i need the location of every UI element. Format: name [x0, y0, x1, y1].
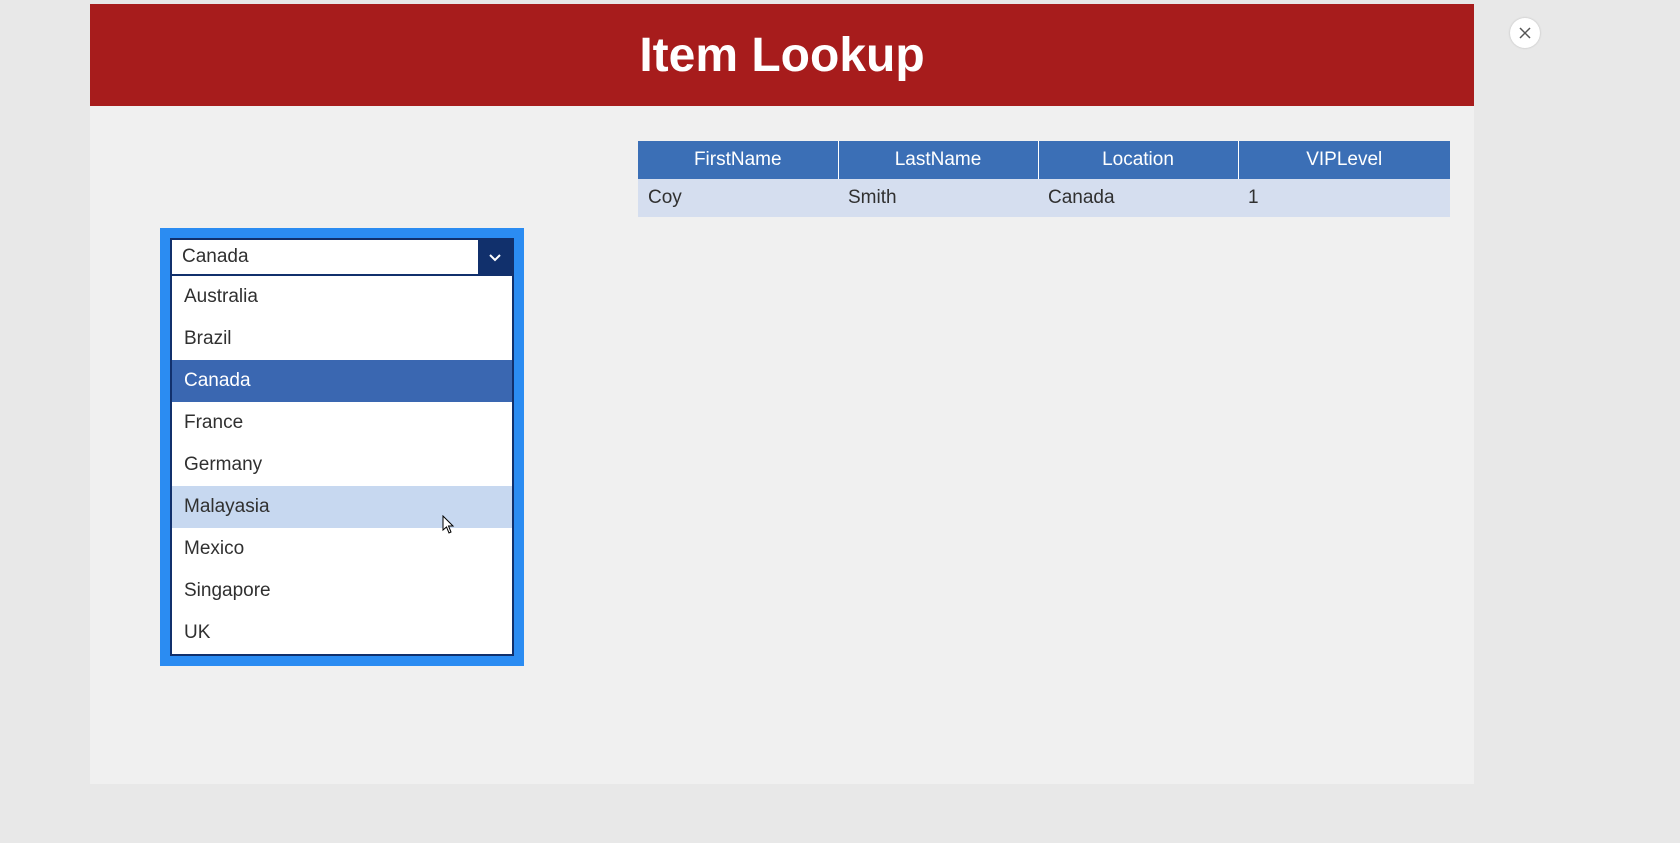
- close-icon: [1518, 26, 1532, 40]
- location-dropdown-container: Canada Australia Brazil Canada France Ge…: [160, 228, 524, 666]
- cell-location: Canada: [1038, 179, 1238, 217]
- close-button[interactable]: [1510, 18, 1540, 48]
- cell-viplevel: 1: [1238, 179, 1450, 217]
- dropdown-option-australia[interactable]: Australia: [172, 276, 512, 318]
- location-dropdown-field[interactable]: Canada: [170, 238, 514, 276]
- app-window: Item Lookup FirstName LastName Location …: [90, 4, 1474, 784]
- location-dropdown: Canada Australia Brazil Canada France Ge…: [170, 238, 514, 656]
- dropdown-option-france[interactable]: France: [172, 402, 512, 444]
- col-viplevel[interactable]: VIPLevel: [1238, 141, 1450, 179]
- col-firstname[interactable]: FirstName: [638, 141, 838, 179]
- dropdown-option-germany[interactable]: Germany: [172, 444, 512, 486]
- results-table: FirstName LastName Location VIPLevel Coy…: [638, 141, 1450, 217]
- chevron-down-icon[interactable]: [478, 240, 512, 274]
- table-header-row: FirstName LastName Location VIPLevel: [638, 141, 1450, 179]
- col-lastname[interactable]: LastName: [838, 141, 1038, 179]
- dropdown-option-brazil[interactable]: Brazil: [172, 318, 512, 360]
- location-dropdown-list[interactable]: Australia Brazil Canada France Germany M…: [170, 276, 514, 656]
- dropdown-option-mexico[interactable]: Mexico: [172, 528, 512, 570]
- dropdown-option-uk[interactable]: UK: [172, 612, 512, 654]
- cell-lastname: Smith: [838, 179, 1038, 217]
- dropdown-option-singapore[interactable]: Singapore: [172, 570, 512, 612]
- table-row[interactable]: Coy Smith Canada 1: [638, 179, 1450, 217]
- dropdown-option-malayasia[interactable]: Malayasia: [172, 486, 512, 528]
- page-title: Item Lookup: [639, 28, 924, 83]
- cell-firstname: Coy: [638, 179, 838, 217]
- dropdown-option-canada[interactable]: Canada: [172, 360, 512, 402]
- page-header: Item Lookup: [90, 4, 1474, 106]
- col-location[interactable]: Location: [1038, 141, 1238, 179]
- location-dropdown-value: Canada: [172, 240, 478, 274]
